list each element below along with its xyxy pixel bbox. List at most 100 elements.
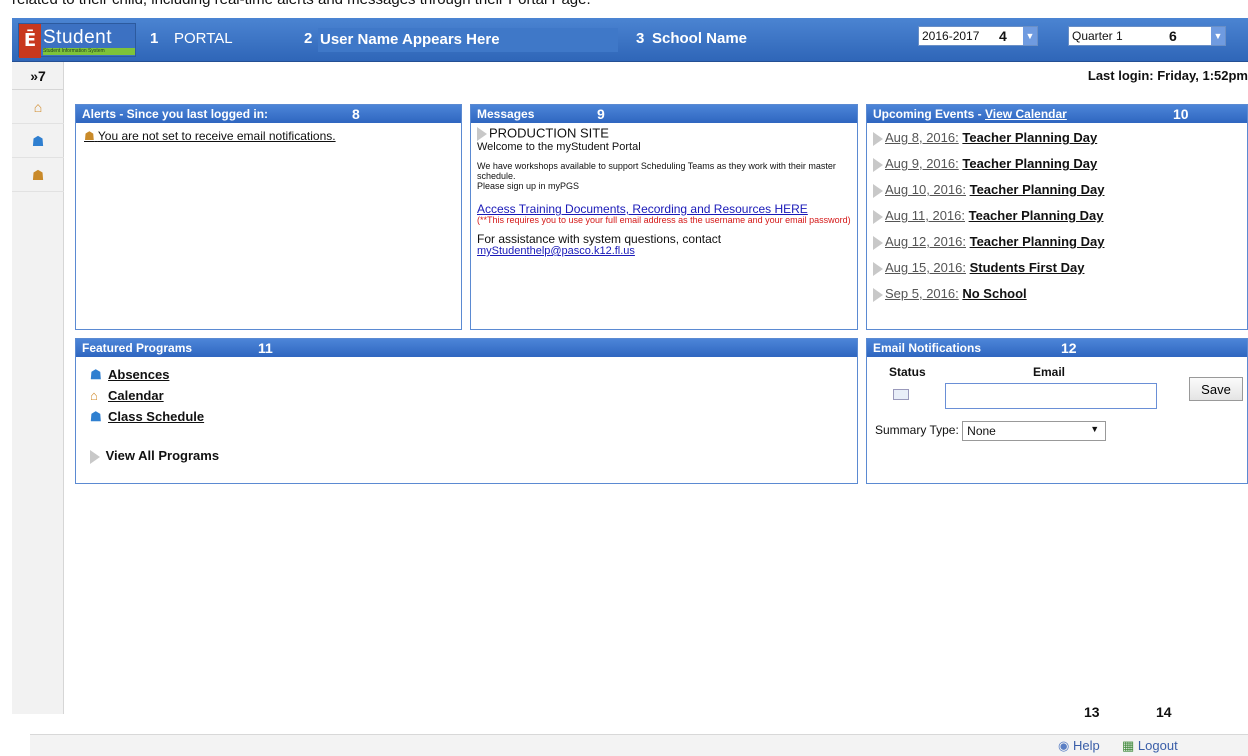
message-workshop: We have workshops available to support S… bbox=[477, 161, 836, 181]
status-column-label: Status bbox=[889, 365, 926, 379]
triangle-icon bbox=[873, 235, 883, 250]
view-all-programs-link[interactable]: View All Programs bbox=[90, 448, 843, 464]
summary-type-select[interactable]: None ▼ bbox=[962, 421, 1107, 441]
callout-12: 12 bbox=[1061, 340, 1077, 356]
featured-header: Featured Programs 11 bbox=[76, 339, 857, 357]
events-title: Upcoming Events - bbox=[873, 107, 986, 121]
mystudent-logo[interactable]: Ē Student Student Information System bbox=[18, 23, 136, 58]
save-button[interactable]: Save bbox=[1189, 377, 1243, 401]
message-heading: PRODUCTION SITE bbox=[477, 126, 851, 141]
callout-9: 9 bbox=[597, 106, 605, 122]
school-name: School Name bbox=[652, 30, 748, 47]
chevron-down-icon: ▼ bbox=[1090, 424, 1100, 434]
event-item[interactable]: Aug 15, 2016: Students First Day bbox=[867, 255, 1247, 281]
callout-6: 6 bbox=[1169, 28, 1177, 44]
events-header: Upcoming Events - View Calendar 10 bbox=[867, 105, 1247, 123]
callout-3: 3 bbox=[636, 30, 645, 47]
event-item[interactable]: Aug 9, 2016: Teacher Planning Day bbox=[867, 151, 1247, 177]
events-list: Aug 8, 2016: Teacher Planning Day Aug 9,… bbox=[867, 123, 1247, 307]
triangle-icon bbox=[873, 157, 883, 172]
program-absences[interactable]: ☗ Absences bbox=[90, 365, 843, 386]
messages-title: Messages bbox=[477, 107, 535, 121]
callout-2: 2 bbox=[304, 30, 313, 47]
email-body: Status Email Save Summary Type: None ▼ bbox=[867, 357, 1247, 483]
logout-icon: ▦ bbox=[1122, 738, 1135, 753]
programs-list: ☗ Absences ⌂ Calendar ☗ Class Schedule View… bbox=[76, 357, 857, 472]
sidebar-item-home[interactable]: ⌂ bbox=[12, 90, 64, 124]
portal-label: PORTAL bbox=[174, 30, 233, 47]
alerts-panel: Alerts - Since you last logged in: 8 ☗ Y… bbox=[75, 104, 462, 330]
logo-word: Student bbox=[43, 27, 112, 48]
messages-header: Messages 9 bbox=[471, 105, 857, 123]
callout-14: 14 bbox=[1156, 704, 1172, 720]
training-docs-link[interactable]: Access Training Documents, Recording and… bbox=[477, 203, 851, 215]
person-icon: ☗ bbox=[90, 409, 102, 424]
email-notifications-panel: Email Notifications 12 Status Email Save… bbox=[866, 338, 1248, 484]
help-email-link[interactable]: myStudenthelp@pasco.k12.fl.us bbox=[477, 245, 635, 257]
triangle-icon bbox=[873, 287, 883, 302]
help-icon: ◉ bbox=[1058, 738, 1070, 753]
callout-8: 8 bbox=[352, 106, 360, 122]
quarter-select[interactable]: Quarter 1 6 ▼ bbox=[1068, 26, 1226, 46]
sidebar-expand-button[interactable]: »7 bbox=[12, 62, 64, 90]
message-contact: For assistance with system questions, co… bbox=[477, 232, 722, 246]
envelope-icon bbox=[893, 389, 909, 400]
program-calendar[interactable]: ⌂ Calendar bbox=[90, 386, 843, 407]
email-title: Email Notifications bbox=[873, 341, 982, 355]
chevron-down-icon: ▼ bbox=[1023, 27, 1037, 45]
page-caption: related to their child, including real-t… bbox=[0, 0, 1248, 9]
event-item[interactable]: Aug 11, 2016: Teacher Planning Day bbox=[867, 203, 1247, 229]
sidebar: »7 ⌂ ☗ ☗ bbox=[12, 62, 64, 714]
callout-11: 11 bbox=[258, 340, 273, 356]
callout-7: 7 bbox=[38, 68, 46, 84]
alert-message-text: You are not set to receive email notific… bbox=[97, 129, 336, 143]
events-panel: Upcoming Events - View Calendar 10 Aug 8… bbox=[866, 104, 1248, 330]
alerts-header: Alerts - Since you last logged in: 8 bbox=[76, 105, 461, 123]
callout-10: 10 bbox=[1173, 106, 1189, 122]
school-year-value: 2016-2017 bbox=[922, 29, 980, 43]
program-class-schedule[interactable]: ☗ Class Schedule bbox=[90, 407, 843, 428]
triangle-icon bbox=[873, 183, 883, 198]
sidebar-item-student[interactable]: ☗ bbox=[12, 124, 64, 158]
featured-title: Featured Programs bbox=[82, 341, 193, 355]
sidebar-item-users[interactable]: ☗ bbox=[12, 158, 64, 192]
summary-type-row: Summary Type: None ▼ bbox=[875, 421, 1107, 441]
person-icon: ☗ bbox=[90, 367, 102, 382]
house-icon: ⌂ bbox=[90, 388, 98, 403]
users-icon: ☗ bbox=[31, 167, 45, 183]
triangle-icon bbox=[477, 127, 487, 141]
triangle-icon bbox=[873, 261, 883, 276]
last-login: Last login: Friday, 1:52pm bbox=[1087, 68, 1248, 83]
help-link[interactable]: ◉ Help bbox=[1058, 738, 1100, 754]
alerts-title: Alerts - Since you last logged in: bbox=[82, 107, 269, 121]
summary-type-label: Summary Type: bbox=[875, 423, 959, 438]
app-header: Ē Student Student Information System 1 P… bbox=[12, 18, 1248, 62]
messages-body: PRODUCTION SITE Welcome to the myStudent… bbox=[471, 123, 857, 261]
user-name: User Name Appears Here bbox=[318, 28, 618, 52]
expand-icon: » bbox=[30, 68, 38, 84]
event-item[interactable]: Aug 8, 2016: Teacher Planning Day bbox=[867, 125, 1247, 151]
house-icon: ⌂ bbox=[33, 99, 43, 115]
email-column-label: Email bbox=[1033, 365, 1066, 379]
callout-4: 4 bbox=[999, 28, 1007, 44]
school-year-select[interactable]: 2016-2017 4 ▼ bbox=[918, 26, 1038, 46]
callout-1: 1 bbox=[150, 30, 159, 47]
view-calendar-link[interactable]: View Calendar bbox=[985, 107, 1067, 121]
event-item[interactable]: Aug 10, 2016: Teacher Planning Day bbox=[867, 177, 1247, 203]
callout-13: 13 bbox=[1084, 704, 1100, 720]
alert-message[interactable]: ☗ You are not set to receive email notif… bbox=[76, 123, 461, 149]
logo-subtitle: Student Information System bbox=[43, 48, 135, 55]
logout-link[interactable]: ▦ Logout bbox=[1122, 738, 1178, 754]
event-item[interactable]: Sep 5, 2016: No School bbox=[867, 281, 1247, 307]
triangle-icon bbox=[90, 449, 100, 464]
featured-programs-panel: Featured Programs 11 ☗ Absences ⌂ Calendar… bbox=[75, 338, 858, 484]
triangle-icon bbox=[873, 209, 883, 224]
event-item[interactable]: Aug 12, 2016: Teacher Planning Day bbox=[867, 229, 1247, 255]
messages-panel: Messages 9 PRODUCTION SITE Welcome to th… bbox=[470, 104, 858, 330]
message-signup: Please sign up in myPGS bbox=[477, 181, 580, 191]
email-input[interactable] bbox=[945, 383, 1157, 409]
users-icon: ☗ bbox=[84, 129, 95, 143]
logo-letter: Ē bbox=[19, 24, 41, 58]
message-warning: (**This requires you to use your full em… bbox=[477, 215, 851, 225]
triangle-icon bbox=[873, 131, 883, 146]
